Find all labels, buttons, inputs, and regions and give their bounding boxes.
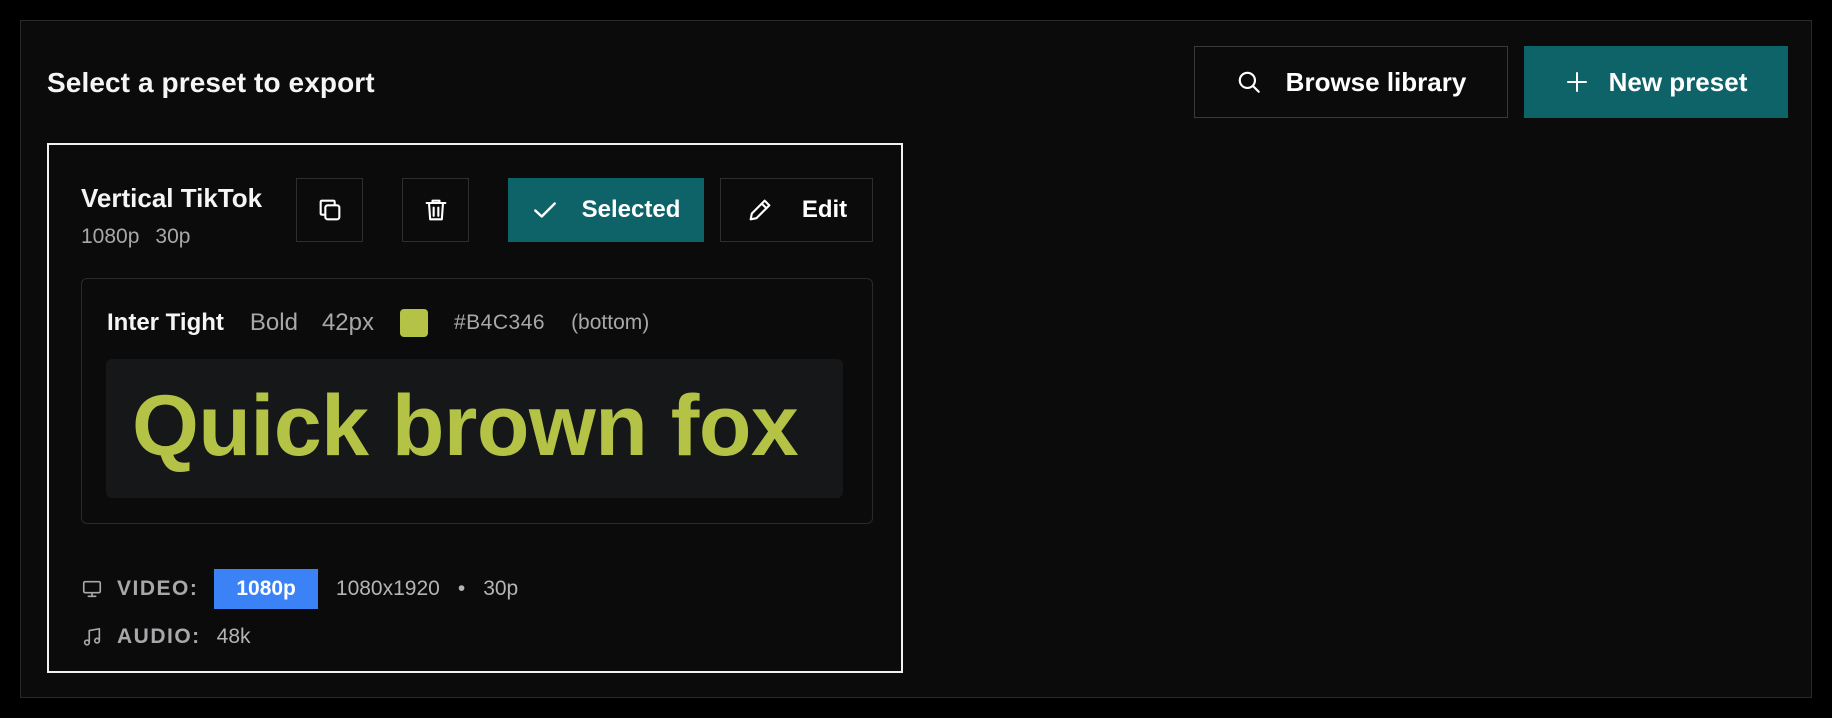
- plus-icon: [1566, 72, 1587, 92]
- new-preset-button[interactable]: New preset: [1524, 46, 1788, 118]
- duplicate-preset-button[interactable]: [296, 178, 363, 242]
- caption-style-row: Inter Tight Bold 42px #B4C346 (bottom): [107, 309, 649, 337]
- caption-font: Inter Tight: [107, 309, 224, 336]
- export-preset-panel: Select a preset to export Browse library…: [20, 20, 1812, 698]
- selected-label: Selected: [581, 196, 681, 223]
- search-icon: [1238, 71, 1260, 93]
- caption-size: 42px: [321, 309, 374, 336]
- video-label: VIDEO:: [117, 577, 199, 600]
- music-note-icon: [81, 626, 103, 648]
- trash-icon: [425, 199, 446, 221]
- edit-label: Edit: [801, 196, 848, 223]
- caption-preview-text: Quick brown fox: [132, 378, 799, 474]
- browse-library-button[interactable]: Browse library: [1194, 46, 1508, 118]
- resolution-badge: 1080p: [214, 569, 318, 609]
- pencil-icon: [749, 199, 771, 221]
- preset-meta-fps: 30p: [155, 225, 191, 248]
- video-dimensions: 1080x1920: [335, 577, 440, 600]
- preset-meta-resolution: 1080p: [81, 225, 140, 248]
- check-icon: [533, 202, 556, 218]
- video-spec-row: VIDEO: 1080p 1080x1920 • 30p: [81, 569, 518, 609]
- edit-preset-button[interactable]: Edit: [720, 178, 873, 242]
- preset-name: Vertical TikTok: [81, 183, 263, 213]
- separator-dot: •: [457, 577, 466, 600]
- panel-title: Select a preset to export: [47, 67, 375, 98]
- preset-card[interactable]: Vertical TikTok 1080p 30p Selected Edit …: [47, 143, 903, 673]
- monitor-icon: [81, 578, 103, 600]
- preset-meta: 1080p 30p: [81, 225, 190, 249]
- copy-icon: [319, 199, 340, 221]
- caption-position: (bottom): [571, 311, 650, 334]
- audio-spec-row: AUDIO: 48k: [81, 625, 251, 649]
- caption-color-hex: #B4C346: [453, 311, 546, 334]
- caption-weight: Bold: [249, 309, 298, 336]
- new-preset-label: New preset: [1608, 66, 1748, 97]
- caption-preview: Quick brown fox: [106, 359, 843, 498]
- audio-label: AUDIO:: [117, 625, 201, 648]
- caption-style-box: Inter Tight Bold 42px #B4C346 (bottom) Q…: [81, 278, 873, 524]
- audio-bitrate: 48k: [216, 625, 251, 648]
- selected-button[interactable]: Selected: [508, 178, 704, 242]
- delete-preset-button[interactable]: [402, 178, 469, 242]
- video-fps: 30p: [483, 577, 519, 600]
- caption-color-swatch: [399, 309, 428, 337]
- browse-library-label: Browse library: [1285, 66, 1467, 97]
